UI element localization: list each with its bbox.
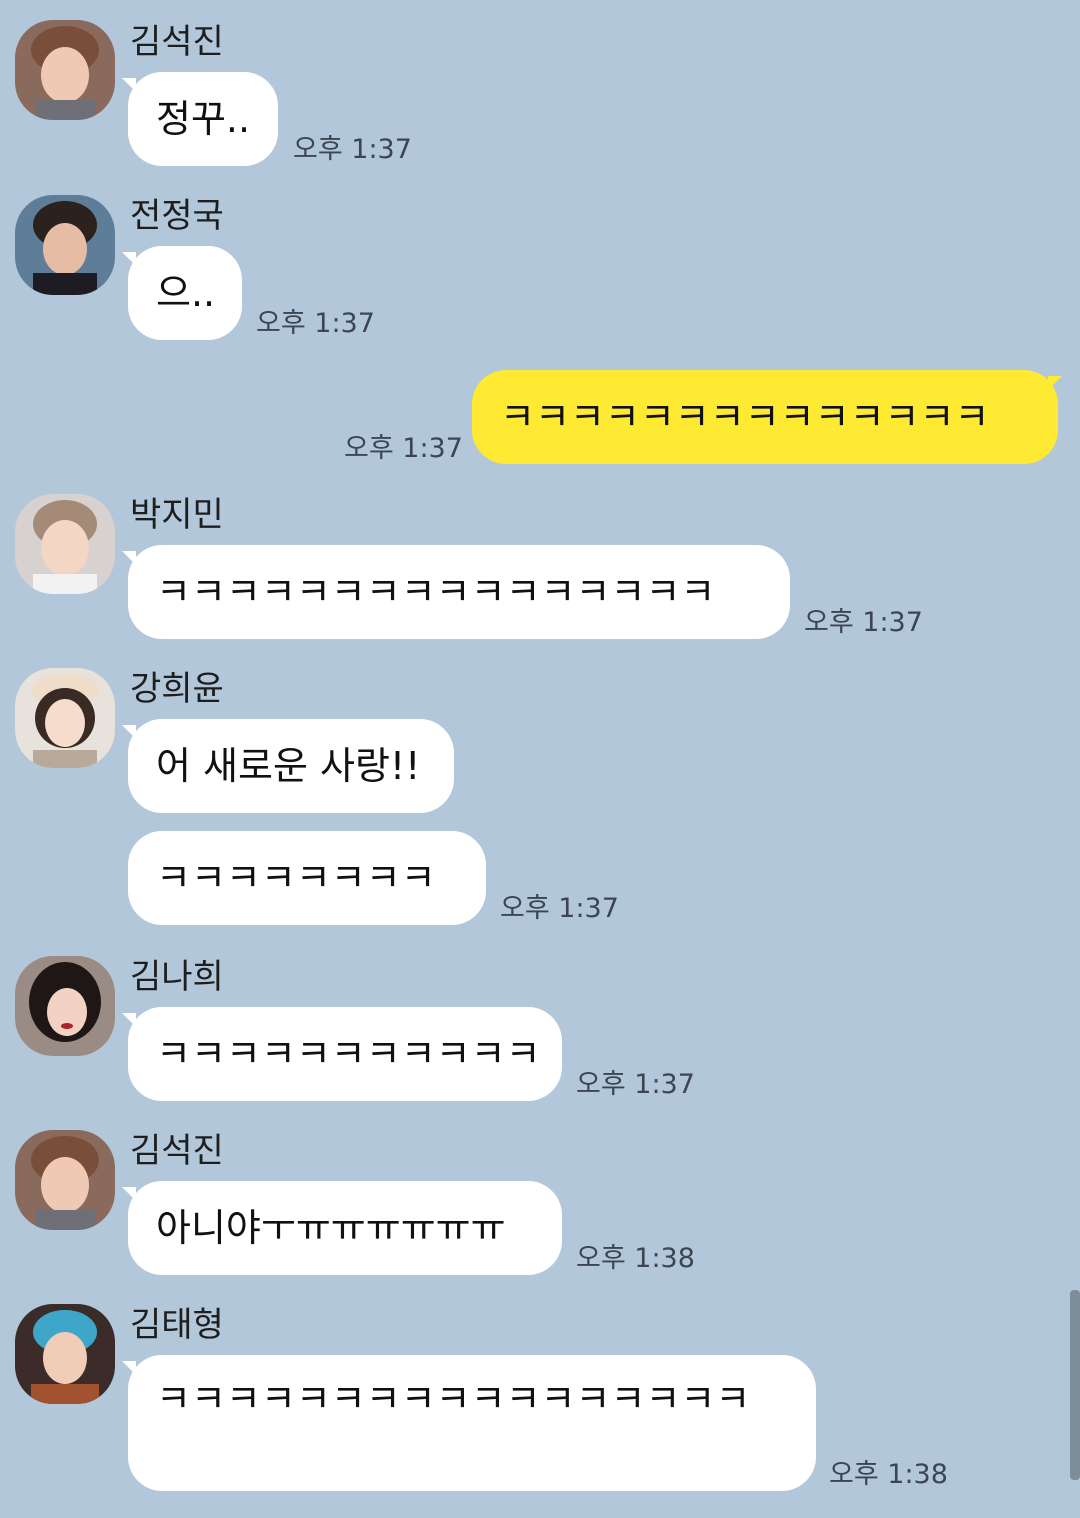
message-time: 오후 1:37 [500,893,619,924]
message-bubble[interactable]: ㅋㅋㅋㅋㅋㅋㅋㅋㅋㅋㅋㅋㅋㅋㅋㅋㅋ [128,1355,816,1491]
message-bubble[interactable]: 정꾸.. [128,72,278,166]
avatar-kim-taehyung[interactable] [15,1304,115,1404]
sender-name: 전정국 [130,196,224,236]
avatar-park-jimin[interactable] [15,494,115,594]
avatar-kang-heeyoon[interactable] [15,668,115,768]
message-bubble[interactable]: 으.. [128,246,242,340]
sender-name: 김석진 [130,22,224,62]
message-time: 오후 1:37 [804,607,923,638]
sender-name: 박지민 [130,495,224,535]
sender-name: 강희윤 [130,669,224,709]
message-bubble[interactable]: 어 새로운 사랑!! [128,719,454,813]
message-bubble[interactable]: 아니야ㅜㅠㅠㅠㅠㅠㅠ [128,1181,562,1275]
message-time: 오후 1:37 [256,308,375,339]
sender-name: 김태형 [130,1305,224,1345]
sender-name: 김나희 [130,957,224,997]
chat-message-list[interactable]: 김석진 정꾸.. 오후 1:37 전정국 으.. 오후 1:37 ㅋㅋㅋㅋㅋㅋㅋ… [0,0,1080,1518]
message-time: 오후 1:38 [829,1459,948,1490]
message-bubble[interactable]: ㅋㅋㅋㅋㅋㅋㅋㅋㅋㅋㅋ [128,1007,562,1101]
message-time: 오후 1:38 [576,1243,695,1274]
message-bubble[interactable]: ㅋㅋㅋㅋㅋㅋㅋㅋㅋㅋㅋㅋㅋㅋㅋㅋ [128,545,790,639]
my-message-bubble[interactable]: ㅋㅋㅋㅋㅋㅋㅋㅋㅋㅋㅋㅋㅋㅋ [472,370,1058,464]
message-time: 오후 1:37 [293,134,412,165]
avatar-kim-seokjin[interactable] [15,1130,115,1230]
avatar-kim-nahee[interactable] [15,956,115,1056]
message-time: 오후 1:37 [576,1069,695,1100]
message-bubble[interactable]: ㅋㅋㅋㅋㅋㅋㅋㅋ [128,831,486,925]
avatar-kim-seokjin[interactable] [15,20,115,120]
message-time: 오후 1:37 [344,433,463,464]
sender-name: 김석진 [130,1131,224,1171]
scrollbar[interactable] [1070,1290,1080,1480]
avatar-jeon-jungkook[interactable] [15,195,115,295]
